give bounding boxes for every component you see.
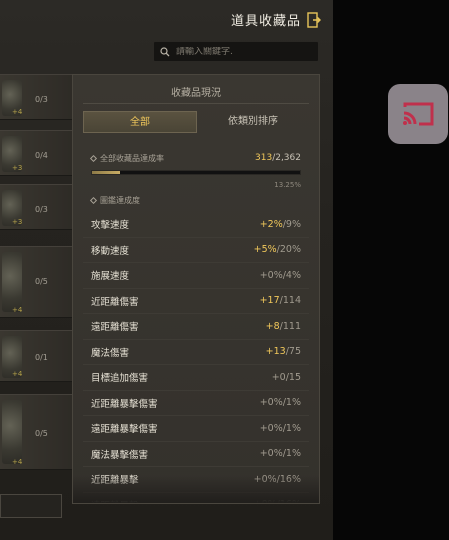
page-title: 道具收藏品 (230, 14, 301, 29)
completion-progress: 全部收藏品達成率 313/2,362 13.25% (89, 153, 301, 189)
stat-bonus: +0% (259, 448, 283, 460)
stat-value: +0%/1% (260, 423, 301, 434)
cast-button[interactable] (388, 84, 448, 144)
item-count: 0/5 (35, 429, 48, 438)
tab-by-category[interactable]: 依類別排序 (197, 111, 309, 133)
stat-row: 近距離傷害 +17/114 (83, 289, 309, 314)
diamond-bullet-icon (89, 196, 98, 205)
item-bonus: +4 (12, 306, 23, 314)
stat-bonus: +0% (259, 269, 283, 281)
stat-name: 移動速度 (91, 245, 130, 257)
stat-row: 遠距離傷害 +8/111 (83, 314, 309, 340)
stat-max: /1% (282, 397, 301, 409)
stat-value: +5%/20% (254, 244, 301, 255)
list-footer-bar[interactable] (0, 494, 62, 518)
progress-fill (92, 171, 120, 174)
stat-row: 攻擊速度 +2%/9% (83, 212, 309, 238)
stat-max: /9% (282, 218, 301, 230)
list-item[interactable]: 0/5 +4 (0, 246, 72, 318)
stat-max: /114 (279, 295, 301, 307)
stat-value: +8/111 (266, 321, 301, 332)
stat-value: +0%/4% (260, 270, 301, 281)
stat-value: +0%/1% (260, 448, 301, 459)
search-input[interactable] (176, 46, 318, 57)
stat-name: 魔法傷害 (91, 347, 130, 359)
stat-name: 遠距離暴擊傷害 (91, 424, 158, 436)
stat-name: 目標追加傷害 (91, 373, 149, 385)
exit-door-icon[interactable] (307, 11, 321, 28)
item-bonus: +4 (12, 458, 23, 466)
stat-name: 近距離傷害 (91, 296, 139, 308)
stat-bonus: +2% (259, 218, 283, 230)
search-box[interactable] (153, 41, 319, 62)
stat-value: +13/75 (266, 346, 301, 357)
stat-name: 遠距離傷害 (91, 322, 139, 334)
list-item[interactable]: 0/4 +3 (0, 130, 72, 176)
item-bonus: +4 (12, 370, 23, 378)
stat-max: /4% (282, 269, 301, 281)
collection-screen: 道具收藏品 0/3 +4 0/4 +3 0/3 +3 0 (0, 0, 333, 540)
divider (83, 103, 309, 104)
item-thumbnail (2, 252, 22, 312)
item-thumbnail (2, 400, 22, 464)
diamond-bullet-icon (89, 154, 98, 163)
stat-row: 移動速度 +5%/20% (83, 238, 309, 263)
item-count: 0/3 (35, 205, 48, 214)
stat-bonus: +5% (253, 244, 277, 256)
stat-row: 魔法暴擊傷害 +0%/1% (83, 442, 309, 467)
side-panel (333, 0, 449, 540)
stat-max: /1% (282, 448, 301, 460)
panel-title: 收藏品現況 (171, 88, 221, 99)
collection-status-panel: 收藏品現況 全部 依類別排序 全部收藏品達成率 313/2,362 13.25%… (72, 74, 320, 504)
item-count: 0/5 (35, 277, 48, 286)
stat-bonus: +0% (259, 422, 283, 434)
stat-name: 近距離暴擊傷害 (91, 398, 158, 410)
stat-name: 魔法暴擊傷害 (91, 449, 149, 461)
stat-row: 目標追加傷害 +0/15 (83, 365, 309, 391)
stat-name: 攻擊速度 (91, 220, 130, 232)
collection-list: 0/3 +4 0/4 +3 0/3 +3 0/5 +4 0/1 +4 0/5 +… (0, 74, 72, 524)
stat-max: /111 (279, 320, 301, 332)
stat-value: +17/114 (260, 295, 301, 306)
stat-max: /15 (285, 371, 301, 383)
stat-max: /1% (282, 422, 301, 434)
item-bonus: +3 (12, 218, 23, 226)
tab-bar: 全部 依類別排序 (83, 111, 309, 133)
item-bonus: +3 (12, 164, 23, 172)
tab-all[interactable]: 全部 (83, 111, 197, 133)
scroll-fade (73, 475, 319, 503)
progress-bar (91, 170, 301, 175)
item-count: 0/1 (35, 353, 48, 362)
list-item[interactable]: 0/1 +4 (0, 330, 72, 382)
stat-bonus: +17 (259, 295, 280, 307)
title-bar: 道具收藏品 (231, 10, 321, 29)
completion-percent: 13.25% (274, 181, 301, 189)
stat-row: 遠距離暴擊傷害 +0%/1% (83, 416, 309, 442)
stat-name: 施展速度 (91, 271, 130, 283)
item-count: 0/4 (35, 151, 48, 160)
search-icon (160, 46, 170, 56)
item-bonus: +4 (12, 108, 23, 116)
stat-row: 近距離暴擊傷害 +0%/1% (83, 391, 309, 416)
stat-max: /75 (285, 346, 301, 358)
stats-section-label: 圖鑑達成度 (89, 195, 140, 206)
stat-bonus: +8 (265, 320, 280, 332)
item-count: 0/3 (35, 95, 48, 104)
stat-bonus: +13 (265, 346, 286, 358)
stat-row: 魔法傷害 +13/75 (83, 340, 309, 365)
list-item[interactable]: 0/3 +4 (0, 74, 72, 120)
stat-bonus: +0 (271, 371, 286, 383)
stat-value: +2%/9% (260, 219, 301, 230)
stat-row: 施展速度 +0%/4% (83, 263, 309, 289)
completion-value: 313/2,362 (255, 153, 301, 163)
stat-value: +0%/1% (260, 397, 301, 408)
stat-max: /20% (276, 244, 301, 256)
cast-icon (403, 102, 434, 126)
stat-value: +0/15 (272, 372, 301, 383)
list-item[interactable]: 0/5 +4 (0, 394, 72, 470)
stat-bonus: +0% (259, 397, 283, 409)
list-item[interactable]: 0/3 +3 (0, 184, 72, 230)
stat-list: 攻擊速度 +2%/9% 移動速度 +5%/20% 施展速度 +0%/4% 近距離傷害 +17/… (83, 212, 309, 503)
